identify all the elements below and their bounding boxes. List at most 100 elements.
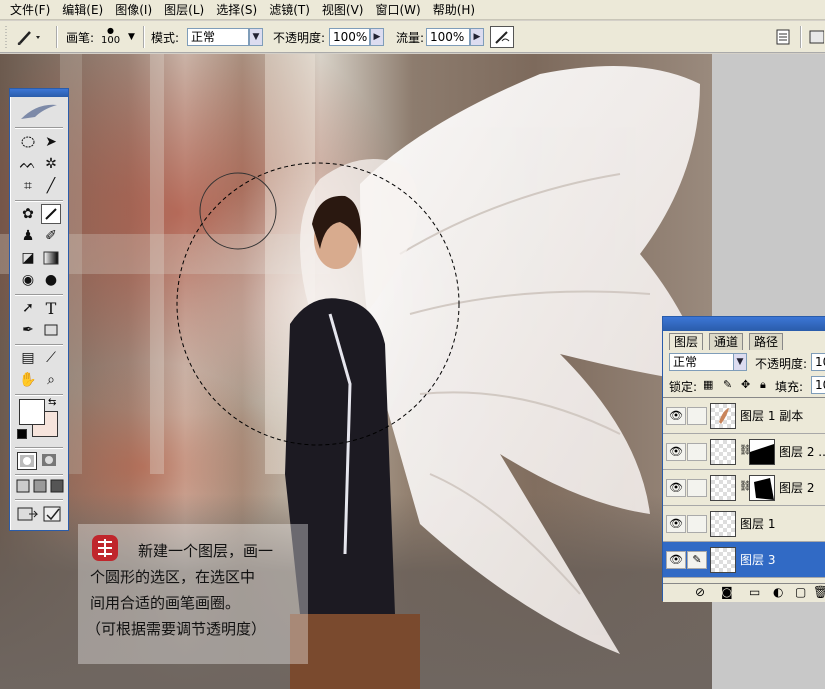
opacity-input[interactable]: 100% [329,28,370,46]
layer-name[interactable]: 图层 3 [740,552,775,568]
lock-all-icon[interactable]: 🔒︎ [760,378,766,392]
lasso-tool[interactable]: ᨓ [18,154,38,174]
blend-mode-select[interactable]: 正常 [669,353,735,371]
notes-tool[interactable]: ▤ [18,348,38,368]
layer-link-cell[interactable] [687,515,707,533]
lock-image-icon[interactable]: ✎ [723,378,732,391]
chevron-down-icon[interactable]: ▼ [733,353,747,371]
file-browser-button[interactable] [808,21,824,53]
new-layer-icon[interactable]: ▢ [795,585,806,599]
layer-row-layer-3[interactable]: 👁︎ ✎ 图层 3 [663,542,825,578]
jump-to-imageready-icon[interactable] [17,505,39,523]
feather-logo-icon[interactable] [19,101,59,123]
history-brush-tool[interactable]: ✐ [41,226,61,246]
crop-tool[interactable]: ⌗ [18,176,38,196]
eye-icon[interactable]: 👁︎ [666,551,686,569]
magic-wand-tool[interactable]: ✲ [41,154,61,174]
zoom-tool[interactable]: ⌕ [41,370,61,390]
layer-name[interactable]: 图层 2 ... [779,444,825,460]
eye-icon[interactable]: 👁︎ [666,515,686,533]
layer-opacity-input[interactable]: 10 [811,353,825,371]
trash-icon[interactable]: 🗑︎ [813,585,825,599]
tab-channels[interactable]: 通道 [709,333,744,350]
full-screen-menu-mode-icon[interactable] [33,479,47,493]
mode-value: 正常 [191,30,216,44]
airbrush-button[interactable] [490,21,514,53]
lock-transparency-icon[interactable]: ▦ [703,378,713,391]
path-selection-tool[interactable]: ➚ [18,298,38,318]
rectangle-tool[interactable] [41,320,61,340]
layer-name[interactable]: 图层 2 [779,480,814,496]
layer-link-cell[interactable] [687,479,707,497]
layer-name[interactable]: 图层 1 副本 [740,408,803,424]
eraser-tool[interactable]: ◪ [18,248,38,268]
flow-label: 流量: [396,30,425,45]
chevron-down-icon[interactable]: ▼ [249,28,263,46]
hand-tool[interactable]: ✋ [18,370,38,390]
standard-screen-mode-icon[interactable] [16,479,30,493]
add-mask-icon[interactable]: ◙ [721,585,733,599]
layer-row-layer-2[interactable]: 👁︎ ⛓ 图层 2 [663,470,825,506]
clone-stamp-tool[interactable]: ♟ [18,226,38,246]
tab-layers[interactable]: 图层 [669,333,704,350]
fill-input[interactable]: 10 [811,376,825,394]
new-set-icon[interactable]: ▭ [749,585,760,599]
layer-thumbnail [710,511,736,537]
brush-size-picker[interactable]: ● 100 [101,21,120,53]
menu-select[interactable]: 选择(S) [210,0,263,20]
flow-input[interactable]: 100% [426,28,470,46]
full-screen-mode-icon[interactable] [50,479,64,493]
default-colors-icon[interactable] [17,429,27,439]
menu-layer[interactable]: 图层(L) [158,0,210,20]
brush-label: 画笔: [66,30,95,45]
menu-help[interactable]: 帮助(H) [427,0,481,20]
move-tool[interactable]: ➤ [41,132,61,152]
foreground-color-swatch[interactable] [19,399,45,425]
layer-mask-thumbnail[interactable] [749,475,775,501]
palette-well-button[interactable] [775,21,791,53]
elliptical-marquee-tool[interactable] [18,132,38,152]
layer-mask-thumbnail[interactable] [749,439,775,465]
tab-paths[interactable]: 路径 [749,333,784,350]
menu-image[interactable]: 图像(I) [109,0,158,20]
brush-icon[interactable]: ✎ [687,551,707,569]
healing-brush-tool[interactable]: ✿ [18,204,38,224]
menu-filter[interactable]: 滤镜(T) [263,0,316,20]
slice-tool[interactable]: ╱ [41,176,61,196]
adjustment-layer-icon[interactable]: ◐ [773,585,783,599]
eyedropper-tool[interactable]: ⟋ [41,348,61,368]
layer-row-layer-1-copy[interactable]: 👁︎ 图层 1 副本 [663,398,825,434]
layer-link-cell[interactable] [687,407,707,425]
imageready-icon[interactable] [42,505,62,523]
layers-panel-titlebar[interactable] [663,317,825,331]
layer-row-layer-1[interactable]: 👁︎ 图层 1 [663,506,825,542]
gradient-tool[interactable] [41,248,61,268]
type-tool[interactable]: T [41,298,61,318]
flow-slider-button[interactable]: ▶ [470,28,484,46]
quick-mask-mode-button[interactable] [40,452,60,470]
dodge-tool[interactable]: ● [41,270,61,290]
layer-name[interactable]: 图层 1 [740,516,775,532]
eye-icon[interactable]: 👁︎ [666,443,686,461]
layer-style-icon[interactable]: ⊘ [695,585,705,599]
brush-dropdown-icon[interactable]: ▼ [128,21,135,53]
mode-select[interactable]: 正常 [187,28,249,46]
blur-tool[interactable]: ◉ [18,270,38,290]
options-grip [4,21,8,53]
eye-icon[interactable]: 👁︎ [666,479,686,497]
toolbox-titlebar[interactable] [10,89,68,97]
swap-colors-icon[interactable]: ⇆ [48,397,56,408]
opacity-slider-button[interactable]: ▶ [370,28,384,46]
pen-tool[interactable]: ✒ [18,320,38,340]
brush-tool[interactable] [41,204,61,224]
layer-link-cell[interactable] [687,443,707,461]
menu-window[interactable]: 窗口(W) [369,0,426,20]
menu-edit[interactable]: 编辑(E) [56,0,109,20]
menu-file[interactable]: 文件(F) [4,0,56,20]
menu-view[interactable]: 视图(V) [316,0,370,20]
eye-icon[interactable]: 👁︎ [666,407,686,425]
standard-mode-button[interactable] [17,452,37,470]
brush-preset-picker[interactable] [14,21,44,53]
lock-position-icon[interactable]: ✥ [741,378,750,391]
layer-row-layer-2-masked[interactable]: 👁︎ ⛓ 图层 2 ... [663,434,825,470]
